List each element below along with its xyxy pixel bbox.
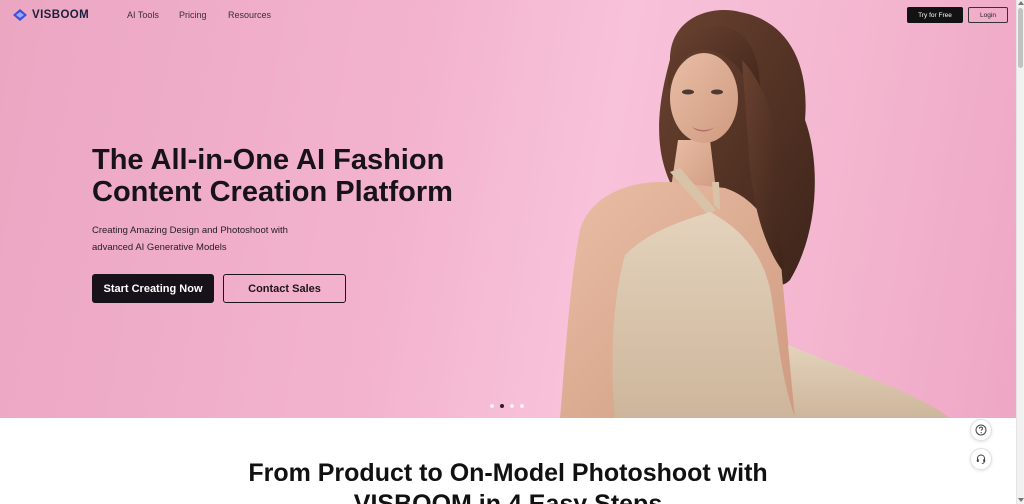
- brand-logo[interactable]: VISBOOM: [12, 8, 89, 22]
- support-button[interactable]: [970, 448, 992, 470]
- hero-model-image: [560, 9, 950, 418]
- page-scrollbar[interactable]: [1016, 0, 1024, 504]
- try-for-free-button[interactable]: Try for Free: [907, 7, 963, 23]
- carousel-dots: [490, 404, 524, 408]
- section-title-line: VISBOOM in 4 Easy Steps: [353, 490, 663, 504]
- carousel-dot[interactable]: [490, 404, 494, 408]
- help-button[interactable]: [970, 419, 992, 441]
- scroll-up-arrow-icon[interactable]: [1018, 1, 1024, 5]
- nav-link-pricing[interactable]: Pricing: [179, 10, 207, 20]
- hero-subtitle-line: advanced AI Generative Models: [92, 242, 227, 253]
- hero-subtitle-line: Creating Amazing Design and Photoshoot w…: [92, 225, 288, 236]
- carousel-dot-active[interactable]: [500, 404, 504, 408]
- visboom-logo-icon: [13, 9, 27, 21]
- hero-title: The All-in-One AI Fashion Content Creati…: [92, 144, 512, 208]
- section-title-line: From Product to On-Model Photoshoot with: [248, 459, 768, 487]
- start-creating-button[interactable]: Start Creating Now: [92, 274, 214, 303]
- brand-name: VISBOOM: [32, 9, 90, 21]
- hero-title-line: The All-in-One AI Fashion: [92, 144, 445, 176]
- hero-section: VISBOOM AI Tools Pricing Resources Try f…: [0, 0, 1016, 418]
- login-button[interactable]: Login: [968, 7, 1008, 23]
- hero-subtitle: Creating Amazing Design and Photoshoot w…: [92, 222, 332, 256]
- hero-title-line: Content Creation Platform: [92, 176, 453, 208]
- nav-link-ai-tools[interactable]: AI Tools: [127, 10, 159, 20]
- scrollbar-thumb[interactable]: [1018, 8, 1023, 68]
- contact-sales-button[interactable]: Contact Sales: [223, 274, 346, 303]
- headset-icon: [976, 454, 986, 464]
- scroll-down-arrow-icon[interactable]: [1018, 498, 1024, 502]
- top-navbar: VISBOOM AI Tools Pricing Resources Try f…: [0, 0, 1016, 32]
- carousel-dot[interactable]: [510, 404, 514, 408]
- nav-link-resources[interactable]: Resources: [228, 10, 271, 20]
- steps-section-title: From Product to On-Model Photoshoot with…: [0, 458, 1016, 504]
- carousel-dot[interactable]: [520, 404, 524, 408]
- question-circle-icon: [975, 424, 987, 436]
